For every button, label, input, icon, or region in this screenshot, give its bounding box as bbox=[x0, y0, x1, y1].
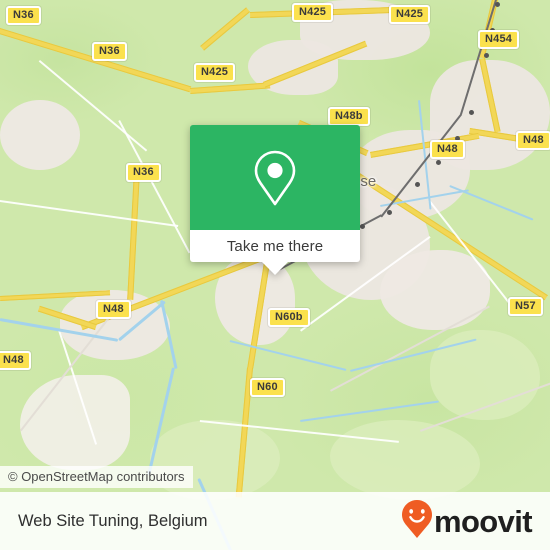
railway-marker bbox=[469, 110, 474, 115]
moovit-wordmark: moovit bbox=[433, 503, 533, 539]
footer-bar: Web Site Tuning, Belgium moovit bbox=[0, 492, 550, 550]
road-shield[interactable]: N425 bbox=[194, 63, 236, 82]
moovit-pin-smiley-icon bbox=[401, 499, 433, 544]
railway-marker bbox=[436, 160, 441, 165]
road-shield[interactable]: N425 bbox=[292, 3, 334, 22]
road-shield[interactable]: N48b bbox=[328, 107, 370, 126]
railway-marker bbox=[415, 182, 420, 187]
road-shield[interactable]: N36 bbox=[92, 42, 127, 61]
railway-marker bbox=[387, 210, 392, 215]
location-title: Web Site Tuning, Belgium bbox=[18, 511, 208, 530]
road-shield[interactable]: N60b bbox=[268, 308, 310, 327]
map-pin-icon bbox=[252, 149, 298, 207]
moovit-logo[interactable]: moovit bbox=[401, 499, 533, 544]
road-shield[interactable]: N57 bbox=[508, 297, 543, 316]
road-shield[interactable]: N48 bbox=[430, 140, 465, 159]
road-shield[interactable]: N48 bbox=[96, 300, 131, 319]
road-shield[interactable]: N454 bbox=[478, 30, 520, 49]
urban-area bbox=[0, 100, 80, 170]
road-shield[interactable]: N36 bbox=[6, 6, 41, 25]
osm-attribution[interactable]: © OpenStreetMap contributors bbox=[0, 466, 193, 488]
road-shield[interactable]: N48 bbox=[516, 131, 550, 150]
railway-marker bbox=[495, 2, 500, 7]
railway-marker bbox=[360, 224, 365, 229]
road-shield[interactable]: N60 bbox=[250, 378, 285, 397]
moovit-map-screenshot: nse N36 N36 N425 N425 N425 N454 N48b N48… bbox=[0, 0, 550, 550]
railway-marker bbox=[484, 53, 489, 58]
take-me-there-label: Take me there bbox=[226, 237, 324, 255]
callout-pointer bbox=[262, 262, 288, 275]
open-field bbox=[20, 375, 130, 470]
callout-icon-panel bbox=[190, 125, 360, 230]
road-shield[interactable]: N36 bbox=[126, 163, 161, 182]
callout-action-panel[interactable]: Take me there bbox=[190, 230, 360, 262]
road-shield[interactable]: N48 bbox=[0, 351, 31, 370]
road-shield[interactable]: N425 bbox=[389, 5, 431, 24]
destination-callout-card[interactable]: Take me there bbox=[190, 125, 360, 275]
